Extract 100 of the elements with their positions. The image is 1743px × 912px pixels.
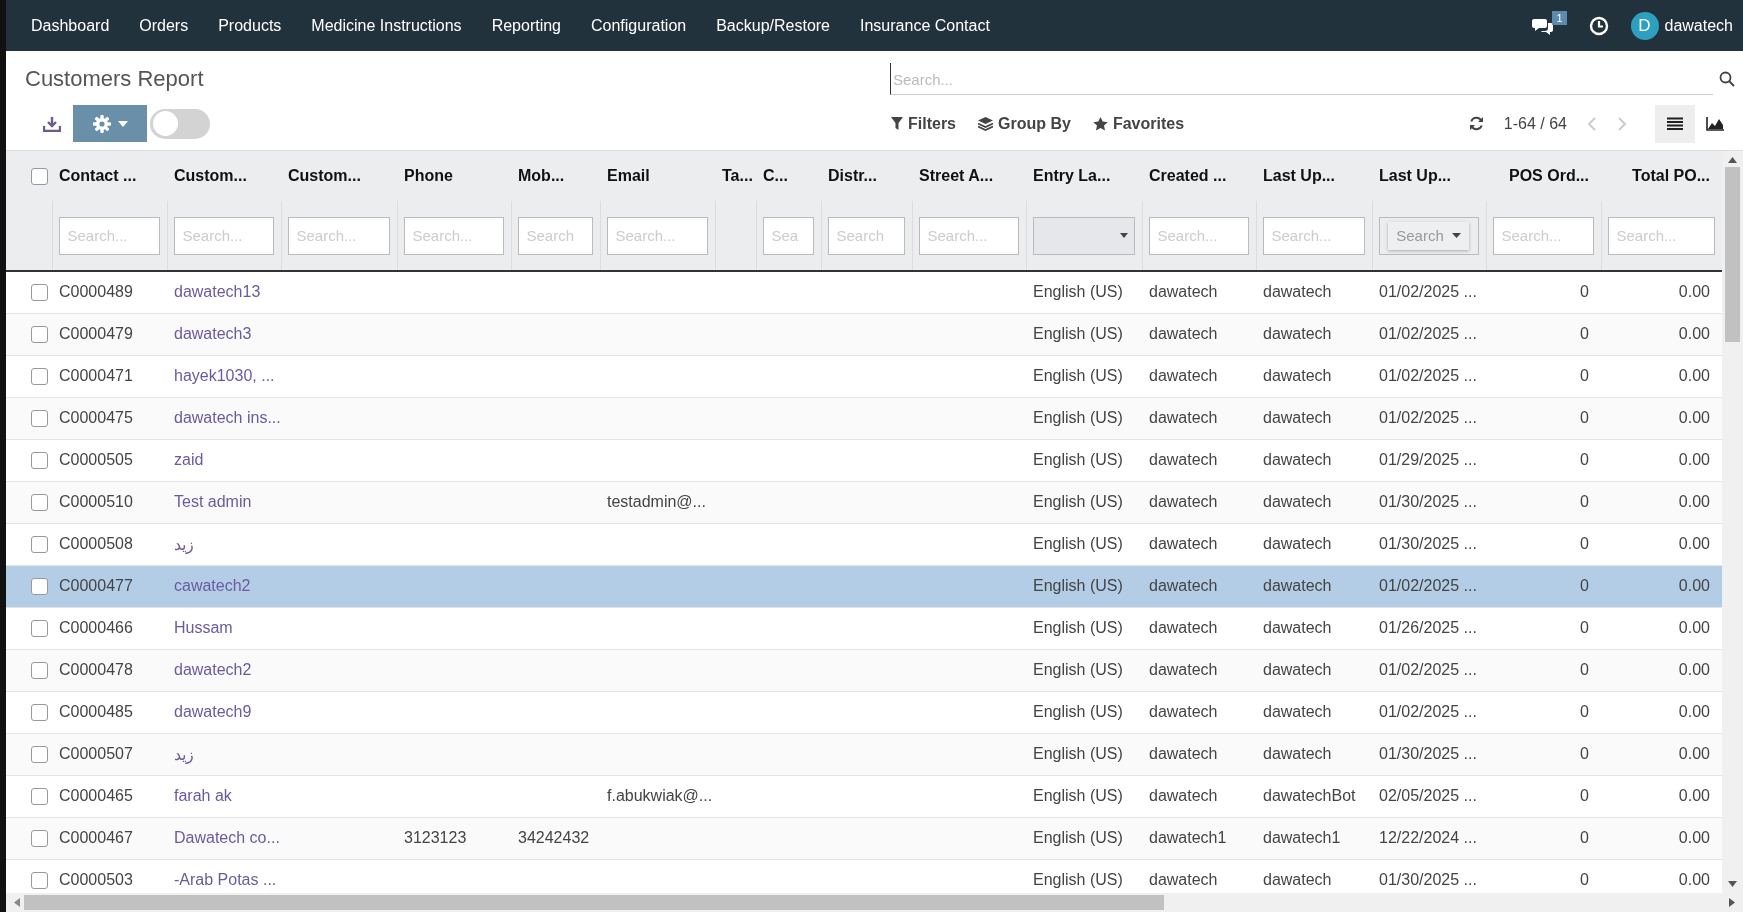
table-cell: 01/02/2025 ... [1379,409,1477,426]
menu-item[interactable]: Dashboard [16,16,125,35]
scroll-up-icon[interactable] [1728,157,1737,163]
customer-link[interactable]: dawatech3 [174,325,252,342]
customer-link[interactable]: Test admin [174,493,252,510]
table-cell: 0.00 [1678,577,1710,594]
column-header[interactable]: Custom... [288,167,361,184]
row-checkbox[interactable] [31,872,48,890]
menu-item[interactable]: Products [203,16,297,35]
toggle-switch[interactable] [150,108,210,139]
row-checkbox[interactable] [31,326,48,344]
table-cell: 0.00 [1678,283,1710,301]
scroll-down-icon[interactable] [1728,881,1737,887]
row-checkbox[interactable] [31,620,48,638]
customer-link[interactable]: Dawatech co... [174,829,280,846]
table-cell: 01/30/2025 ... [1379,535,1477,552]
customer-link[interactable]: farah ak [174,787,232,804]
chat-icon[interactable] [1532,16,1555,35]
table-row[interactable]: C0000471 hayek1030, ... English (US) dawatech dawatech 01/02/2025 ... 0 0.00 [6,355,1722,397]
horizontal-scrollbar[interactable] [6,893,1743,912]
pager-value[interactable]: 1-64 / 64 [1503,114,1567,133]
row-checkbox[interactable] [31,368,48,386]
customer-link[interactable]: زيد [174,535,194,553]
column-header[interactable]: Custom... [174,167,247,184]
table-row[interactable]: C0000467 Dawatech co... 3123123 34242432 English (US) dawatech1 dawatech1 12/22/2024 ... 0 0.00 [6,817,1722,859]
column-header[interactable]: Last Up... [1263,167,1335,184]
settings-dropdown-button[interactable] [73,105,147,142]
menu-item[interactable]: Medicine Instructions [296,16,477,35]
menu-item[interactable]: Insurance Contact [845,16,1005,35]
table-row[interactable]: C0000485 dawatech9 English (US) dawatech dawatech 01/02/2025 ... 0 0.00 [6,691,1722,733]
customer-link[interactable]: dawatech2 [174,661,252,678]
row-checkbox[interactable] [31,704,48,722]
search-option-button[interactable]: Favorites [1086,110,1191,137]
table-row[interactable]: C0000475 dawatech ins... English (US) dawatech dawatech 01/02/2025 ... 0 0.00 [6,397,1722,439]
select-all-checkbox[interactable] [31,168,48,186]
table-cell: dawatech [1263,577,1332,594]
caret-icon [1119,233,1128,238]
column-header[interactable]: Last Up... [1379,167,1451,184]
customer-link[interactable]: زيد [174,745,194,763]
column-header[interactable]: Contact ... [59,167,137,184]
row-checkbox[interactable] [31,452,48,470]
caret-icon [118,120,128,127]
scroll-left-icon[interactable] [14,898,20,907]
customer-link[interactable]: cawatech2 [174,577,251,594]
customer-link[interactable]: dawatech9 [174,703,252,720]
customer-link[interactable]: Hussam [174,619,233,636]
column-header[interactable]: Mob... [518,167,565,184]
row-checkbox[interactable] [31,662,48,680]
menu-item[interactable]: Reporting [476,16,576,35]
menu-item[interactable]: Backup/Restore [701,16,845,35]
menu-item[interactable]: Orders [124,16,204,35]
row-checkbox[interactable] [31,788,48,806]
row-checkbox[interactable] [31,536,48,554]
search-icon[interactable] [1719,71,1735,87]
refresh-icon[interactable] [1468,116,1484,131]
table-row[interactable]: C0000465 farah ak f.abukwiak@... English (US) dawatech dawatechBot 02/05/2025 ... 0 0.00 [6,775,1722,817]
scrollbar-thumb[interactable] [1725,167,1740,342]
column-header[interactable]: POS Ord... [1509,167,1589,184]
customer-link[interactable]: hayek1030, ... [174,367,275,384]
caret-icon [1451,233,1461,238]
table-cell: dawatech [1149,409,1218,426]
row-checkbox[interactable] [31,494,48,512]
customer-link[interactable]: zaid [174,451,204,468]
table-row[interactable]: C0000505 zaid English (US) dawatech dawatech 01/29/2025 ... 0 0.00 [6,439,1722,481]
column-header[interactable]: Ta... [722,167,753,184]
clock-icon[interactable] [1588,15,1609,36]
table-row[interactable]: C0000479 dawatech3 English (US) dawatech dawatech 01/02/2025 ... 0 0.00 [6,313,1722,355]
column-header[interactable]: Distr... [828,167,877,184]
column-header[interactable]: Total PO... [1632,167,1710,184]
scrollbar-thumb[interactable] [24,895,1164,910]
list-view-button[interactable] [1655,104,1695,143]
search-field[interactable]: Search... [890,63,1713,95]
scroll-right-icon[interactable] [1729,898,1735,907]
row-checkbox[interactable] [31,578,48,596]
column-header[interactable]: Created ... [1149,167,1227,184]
column-filter-dropdown[interactable] [1032,216,1135,255]
row-checkbox[interactable] [31,746,48,764]
vertical-scrollbar[interactable] [1722,151,1743,893]
table-cell: dawatech [1149,871,1218,888]
search-option-button[interactable]: Filters [885,110,962,137]
table-row[interactable]: C0000510 Test admin testadmin@... English (US) dawatech dawatech 01/30/2025 ... 0 0.00 [6,481,1722,523]
menu-item[interactable]: Configuration [576,16,702,35]
user-name[interactable]: dawatech [1664,16,1733,35]
customer-link[interactable]: dawatech ins... [174,409,281,426]
column-header[interactable]: C... [763,167,788,184]
table-row[interactable]: C0000466 Hussam English (US) dawatech dawatech 01/26/2025 ... 0 0.00 [6,607,1722,649]
table-row[interactable]: C0000478 dawatech2 English (US) dawatech dawatech 01/02/2025 ... 0 0.00 [6,649,1722,691]
column-header[interactable]: Phone [404,167,453,184]
search-option-button[interactable]: Group By [972,110,1077,137]
row-checkbox[interactable] [31,410,48,428]
download-icon[interactable] [43,115,61,132]
customer-link[interactable]: -Arab Potas ... [174,871,277,888]
row-checkbox[interactable] [31,284,48,302]
row-checkbox[interactable] [31,830,48,848]
column-header[interactable]: Email [607,167,650,184]
column-header[interactable]: Entry La... [1033,167,1111,184]
area-chart-icon [1706,116,1724,131]
column-header[interactable]: Street A... [919,167,994,184]
table-row[interactable]: C0000489 dawatech13 English (US) dawatech dawatech 01/02/2025 ... 0 0.00 [6,271,1722,313]
customer-link[interactable]: dawatech13 [174,283,261,301]
